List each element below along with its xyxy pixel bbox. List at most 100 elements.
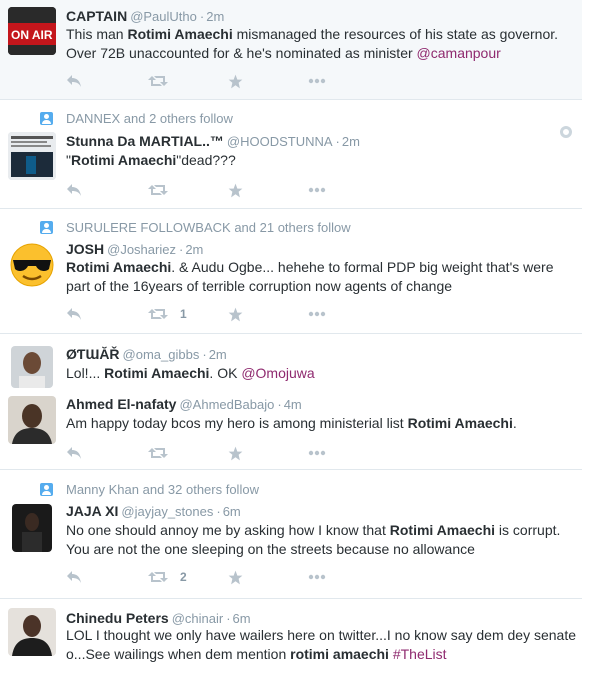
tweet[interactable]: Ahmed El-nafaty @AhmedBabajo · 4m Am happy … [0, 390, 582, 470]
avatar[interactable] [12, 504, 52, 552]
tweet[interactable]: Manny Khan and 32 others follow JAJA XI @… [0, 471, 582, 599]
reply-icon [67, 447, 81, 459]
avatar-image [11, 346, 53, 388]
display-name[interactable]: JOSH [66, 241, 104, 257]
more-button[interactable] [308, 305, 326, 323]
separator: · [178, 242, 184, 257]
tweet-text: LOL I thought we only have wailers here … [66, 627, 576, 662]
username[interactable]: @jayjay_stones [121, 504, 213, 519]
retweet-icon [148, 572, 168, 582]
follow-context: DANNEX and 2 others follow [66, 111, 233, 126]
tweet[interactable]: ON AIR CAPTAIN @PaulUtho · 2m This man Roti… [0, 0, 582, 100]
retweet-icon [148, 448, 168, 458]
avatar[interactable] [11, 346, 53, 388]
timestamp[interactable]: 2m [185, 242, 203, 257]
retweet-count: 1 [180, 307, 187, 321]
separator: · [216, 504, 221, 519]
username[interactable]: @PaulUtho [130, 9, 197, 24]
star-icon [228, 183, 243, 197]
timestamp[interactable]: 2m [342, 134, 360, 149]
favorite-button[interactable] [228, 72, 243, 90]
follow-context: Manny Khan and 32 others follow [66, 482, 259, 497]
timestamp[interactable]: 6m [223, 504, 241, 519]
retweet-icon [148, 309, 168, 319]
separator: · [335, 134, 340, 149]
reply-icon [67, 75, 81, 87]
more-dots-icon [308, 450, 326, 456]
timestamp[interactable]: 6m [233, 611, 251, 626]
avatar[interactable] [8, 396, 56, 444]
display-name[interactable]: Chinedu Peters [66, 610, 169, 626]
reply-button[interactable] [66, 72, 82, 90]
hashtag-link[interactable]: #TheList [393, 646, 447, 662]
display-name[interactable]: JAJA XI [66, 503, 118, 519]
mention-link[interactable]: @Omojuwa [241, 365, 314, 381]
tweet-text: Lol!... Rotimi Amaechi. OK @Omojuwa [66, 365, 315, 381]
tweet-actions [66, 72, 366, 90]
display-name[interactable]: CAPTAIN [66, 8, 127, 24]
more-button[interactable] [308, 72, 326, 90]
more-button[interactable] [308, 181, 326, 199]
more-button[interactable] [308, 568, 326, 586]
tweet-header: JAJA XI @jayjay_stones · 6m [66, 503, 241, 519]
more-dots-icon [308, 311, 326, 317]
avatar-image [8, 608, 56, 656]
retweet-button[interactable] [148, 444, 180, 462]
more-dots-icon [308, 574, 326, 580]
reply-icon [67, 184, 81, 196]
reply-button[interactable] [66, 444, 82, 462]
tweet-actions [66, 181, 366, 199]
favorite-button[interactable] [228, 305, 243, 323]
star-icon [228, 446, 243, 460]
follow-context-icon [40, 112, 53, 125]
tweet-header: JOSH @Joshariez · 2m [66, 241, 203, 257]
avatar[interactable] [8, 132, 56, 180]
search-highlight: Rotimi Amaechi [127, 26, 233, 42]
reply-button[interactable] [66, 305, 82, 323]
avatar[interactable]: ON AIR [8, 7, 56, 55]
search-highlight: Rotimi Amaechi [104, 365, 210, 381]
avatar[interactable] [8, 608, 56, 656]
username[interactable]: @chinair [172, 611, 224, 626]
tweet-text: Rotimi Amaechi. & Audu Ogbe... hehehe to… [66, 259, 554, 294]
reply-button[interactable] [66, 568, 82, 586]
timeline: ON AIR CAPTAIN @PaulUtho · 2m This man Roti… [0, 0, 582, 676]
retweet-button[interactable] [148, 72, 180, 90]
username[interactable]: @AhmedBabajo [179, 397, 274, 412]
gear-icon[interactable] [560, 126, 572, 138]
favorite-button[interactable] [228, 568, 243, 586]
favorite-button[interactable] [228, 444, 243, 462]
separator: · [199, 9, 205, 24]
avatar[interactable] [8, 240, 56, 288]
more-button[interactable] [308, 444, 326, 462]
tweet-text: No one should annoy me by asking how I k… [66, 522, 561, 557]
username[interactable]: @Joshariez [107, 242, 176, 257]
display-name[interactable]: Ahmed El-nafaty [66, 396, 176, 412]
reply-button[interactable] [66, 181, 82, 199]
retweet-button[interactable]: 1 [148, 305, 187, 323]
tweet[interactable]: DANNEX and 2 others follow Stunna Da MAR… [0, 101, 582, 209]
tweet-header: Ahmed El-nafaty @AhmedBabajo · 4m [66, 396, 302, 412]
tweet[interactable]: ØƬƜĂŘ @oma_gibbs · 2m Lol!... Rotimi Amaech… [0, 335, 582, 389]
display-name[interactable]: ØƬƜĂŘ [66, 346, 120, 362]
tweet-text: Am happy today bcos my hero is among min… [66, 415, 517, 431]
username[interactable]: @oma_gibbs [123, 347, 200, 362]
timestamp[interactable]: 2m [209, 347, 227, 362]
tweet-header: CAPTAIN @PaulUtho · 2m [66, 8, 224, 24]
tweet[interactable]: Chinedu Peters @chinair · 6m LOL I thought … [0, 600, 582, 676]
retweet-icon [148, 185, 168, 195]
separator: · [277, 397, 282, 412]
display-name[interactable]: Stunna Da MARTIAL..™ [66, 133, 224, 149]
tweet[interactable]: SURULERE FOLLOWBACK and 21 others follow… [0, 210, 582, 334]
retweet-count: 2 [180, 570, 187, 584]
retweet-button[interactable]: 2 [148, 568, 187, 586]
timestamp[interactable]: 2m [206, 9, 224, 24]
favorite-button[interactable] [228, 181, 243, 199]
mention-link[interactable]: @camanpour [417, 45, 501, 61]
retweet-button[interactable] [148, 181, 180, 199]
username[interactable]: @HOODSTUNNA [227, 134, 333, 149]
svg-text:ON AIR: ON AIR [11, 28, 53, 42]
tweet-header: Stunna Da MARTIAL..™ @HOODSTUNNA · 2m [66, 133, 360, 149]
search-highlight: Rotimi Amaechi [407, 415, 513, 431]
timestamp[interactable]: 4m [284, 397, 302, 412]
